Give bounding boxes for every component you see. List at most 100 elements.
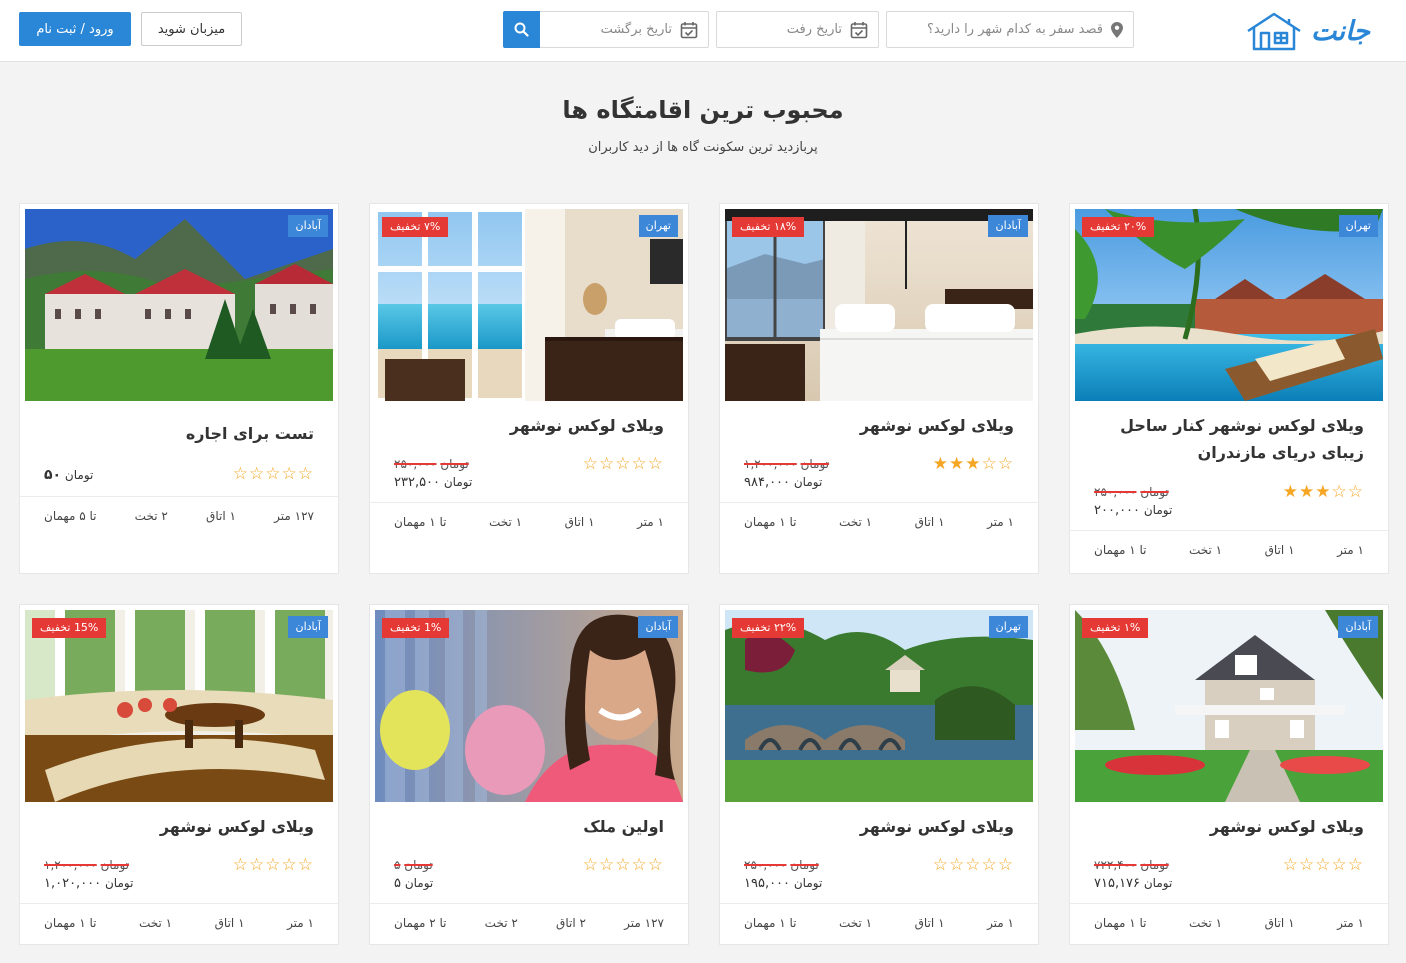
price-box: تومان ۱,۲۰۰,۰۰۰ تومان ۹۸۴,۰۰۰ [744,455,829,492]
area-label: ۱ متر [637,515,664,529]
area-label: ۱ متر [987,916,1014,930]
price-unit: تومان [404,876,434,890]
features-row: ۱ متر ۱ اتاق ۱ تخت تا ۱ مهمان [744,916,1014,930]
checkout-placeholder: تاریخ برگشت [600,22,672,37]
star-empty-icon: ☆ [1347,855,1364,875]
city-badge: آبادان [638,616,678,638]
old-price: ۷۲۲,۴۰۰ [1094,858,1137,872]
login-register-button[interactable]: ورود / ثبت نام [19,12,131,46]
rooms-label: ۱ اتاق [1264,543,1295,557]
features-row: ۱ متر ۱ اتاق ۱ تخت تا ۱ مهمان [1094,543,1364,557]
star-empty-icon: ☆ [981,855,998,875]
beds-label: ۱ تخت [838,916,873,930]
listing-photo[interactable]: آبادان ۱% تخفیف [1075,610,1383,802]
beds-label: ۱ تخت [488,515,523,529]
rooms-label: ۱ اتاق [206,509,236,523]
price-unit: تومان [104,876,134,890]
listing-card[interactable]: آبادان ۱% تخفیف ویلای لوکس نوشهر ☆☆☆☆☆ ت… [1069,604,1389,945]
beds-label: ۱ تخت [1188,543,1223,557]
listing-title[interactable]: ویلای لوکس نوشهر [740,813,1014,840]
price-box: تومان ۱,۲۰۰,۰۰۰ تومان ۱,۰۲۰,۰۰۰ [44,856,133,893]
price-unit: تومان [1143,876,1173,890]
listing-title[interactable]: تست برای اجاره [40,420,314,447]
discount-badge: ۱% تخفیف [1082,618,1149,638]
price-box: تومان ۲۵۰,۰۰۰ تومان ۱۹۵,۰۰۰ [744,856,822,893]
listing-title[interactable]: ویلای لوکس نوشهر [40,813,314,840]
house-logo-icon [1247,12,1301,51]
star-empty-icon: ☆ [981,454,998,474]
price: ۹۸۴,۰۰۰ [744,475,791,490]
star-empty-icon: ☆ [647,454,664,474]
checkin-date-field[interactable]: تاریخ رفت [716,11,879,48]
checkout-date-field[interactable]: تاریخ برگشت [539,11,709,48]
listing-photo[interactable]: تهران ۲۰% تخفیف [1075,209,1383,401]
listing-title[interactable]: ویلای لوکس نوشهر کنار ساحل زیبای دریای م… [1090,412,1364,466]
star-empty-icon: ☆ [599,855,616,875]
city-search-placeholder: قصد سفر به کدام شهر را دارید؟ [927,22,1103,37]
card-divider [370,903,688,904]
old-price-unit: تومان [404,858,433,872]
old-price: ۱,۲۰۰,۰۰۰ [744,457,797,471]
city-search-input[interactable]: قصد سفر به کدام شهر را دارید؟ [886,11,1134,48]
calendar-check-icon [850,21,868,38]
star-empty-icon: ☆ [232,855,249,875]
city-badge: آبادان [288,215,328,237]
listing-title[interactable]: ویلای لوکس نوشهر [390,412,664,439]
star-empty-icon: ☆ [582,855,599,875]
listing-card[interactable]: تهران ۷% تخفیف ویلای لوکس نوشهر ☆☆☆☆☆ تو… [369,203,689,574]
site-logo[interactable]: جانت [1230,10,1370,52]
star-empty-icon: ☆ [1331,855,1348,875]
guests-label: تا ۵ مهمان [44,509,97,523]
price-box: تومان ۲۵۰,۰۰۰ تومان ۲۳۲,۵۰۰ [394,455,472,492]
city-badge: آبادان [988,215,1028,237]
beds-label: ۱ تخت [138,916,173,930]
listing-card[interactable]: تهران ۲۲% تخفیف ویلای لوکس نوشهر ☆☆☆☆☆ ت… [719,604,1039,945]
search-button[interactable] [503,11,540,48]
listing-card[interactable]: تهران ۲۰% تخفیف ویلای لوکس نوشهر کنار سا… [1069,203,1389,574]
rating-stars: ☆☆☆☆☆ [233,855,314,875]
star-empty-icon: ☆ [615,454,632,474]
price: ۱۹۵,۰۰۰ [744,876,791,891]
rooms-label: ۱ اتاق [1264,916,1295,930]
listing-photo[interactable]: تهران ۲۲% تخفیف [725,610,1033,802]
guests-label: تا ۱ مهمان [1094,543,1147,557]
listing-photo[interactable]: آبادان [25,209,333,401]
rating-stars: ☆☆☆☆☆ [933,855,1014,875]
card-divider [720,502,1038,503]
card-divider [1070,903,1388,904]
beds-label: ۲ تخت [484,916,518,930]
listing-title[interactable]: ویلای لوکس نوشهر [1090,813,1364,840]
guests-label: تا ۲ مهمان [394,916,447,930]
listing-photo[interactable]: تهران ۷% تخفیف [375,209,683,401]
card-divider [20,496,338,497]
page-subtitle: پربازدید ترین سکونت گاه ها از دید کاربرا… [588,140,818,155]
listing-card[interactable]: آبادان تست برای اجاره ☆☆☆☆☆ تومان ۵۰ ۱۲۷… [19,203,339,574]
listing-card[interactable]: آبادان 1% تخفیف اولین ملک ☆☆☆☆☆ تومان ۵ … [369,604,689,945]
listing-card[interactable]: آبادان 15% تخفیف ویلای لوکس نوشهر ☆☆☆☆☆ … [19,604,339,945]
price: ۵۰ [44,467,62,483]
listing-title[interactable]: اولین ملک [390,813,664,840]
star-empty-icon: ☆ [631,855,648,875]
discount-badge: 1% تخفیف [382,618,450,638]
star-empty-icon: ☆ [647,855,664,875]
star-empty-icon: ☆ [615,855,632,875]
guests-label: تا ۱ مهمان [394,515,447,529]
listing-photo[interactable]: آبادان ۱۸% تخفیف [725,209,1033,401]
star-empty-icon: ☆ [232,464,249,484]
rating-stars: ☆☆☆☆☆ [583,855,664,875]
star-filled-icon: ★ [1299,482,1316,502]
city-badge: تهران [638,215,678,237]
listing-title[interactable]: ویلای لوکس نوشهر [740,412,1014,439]
listing-card[interactable]: آبادان ۱۸% تخفیف ویلای لوکس نوشهر ★★★☆☆ … [719,203,1039,574]
listing-photo[interactable]: آبادان 15% تخفیف [25,610,333,802]
old-price: ۲۵۰,۰۰۰ [744,858,787,872]
price: ۷۱۵,۱۷۶ [1094,876,1141,891]
star-empty-icon: ☆ [265,464,282,484]
listing-photo[interactable]: آبادان 1% تخفیف [375,610,683,802]
price-unit: تومان [1143,503,1173,517]
discount-badge: ۱۸% تخفیف [732,217,805,237]
become-host-button[interactable]: میزبان شوید [141,12,242,46]
features-row: ۱ متر ۱ اتاق ۱ تخت تا ۱ مهمان [394,515,664,529]
logo-text: جانت [1311,15,1370,47]
beds-label: ۱ تخت [1188,916,1223,930]
